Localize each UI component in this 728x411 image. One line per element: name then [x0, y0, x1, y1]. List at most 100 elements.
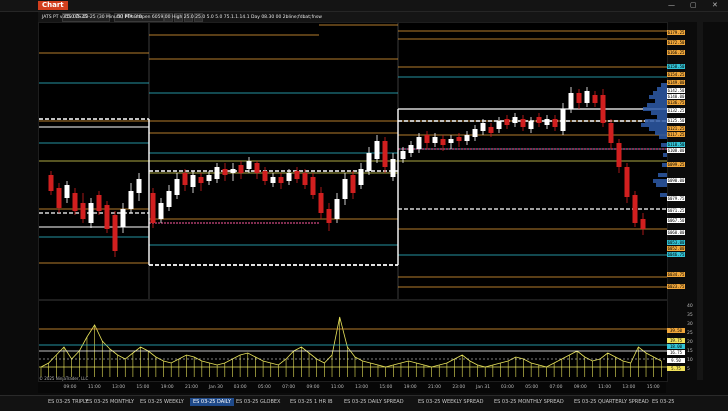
price-label: 6117.25: [667, 132, 685, 137]
candle-body: [584, 91, 590, 103]
price-label: 6121.25: [667, 126, 685, 131]
indicator-value-label: 16.75: [667, 350, 685, 355]
price-label: 6046.75: [667, 252, 685, 257]
chart-tab-8[interactable]: ES 03-25 WEEKLY SPREAD: [418, 399, 483, 405]
minimize-icon[interactable]: —: [668, 1, 675, 10]
price-label: 6110.50: [667, 142, 685, 147]
candle-body: [190, 175, 196, 187]
candle-body: [310, 177, 316, 195]
price-label: 6034.75: [667, 272, 685, 277]
price-panel[interactable]: [38, 22, 668, 300]
chart-window-tab[interactable]: Chart: [38, 1, 68, 10]
time-tick: 13:00: [355, 385, 369, 390]
volume-profile-bar: [656, 183, 667, 187]
chart-tab-1[interactable]: ES 03-25 TRIPLY: [48, 399, 88, 405]
indicator-value-label: 5.75: [667, 366, 685, 371]
candle-body: [432, 137, 438, 143]
chart-tab-7[interactable]: ES 03-25 DAILY SPREAD: [344, 399, 404, 405]
chart-tab-2[interactable]: ES 03-25 MONTHLY: [86, 399, 134, 405]
candle-body: [166, 191, 172, 207]
indicator-scale-tick: 5: [687, 367, 690, 372]
time-tick: 11:00: [598, 385, 612, 390]
candle-body: [56, 188, 62, 208]
price-label: 6172.50: [667, 40, 685, 45]
candle-body: [72, 193, 78, 211]
close-icon[interactable]: ✕: [712, 1, 718, 10]
volume-profile-bar: [653, 179, 667, 183]
candle-body: [374, 141, 380, 159]
price-label: 6179.25: [667, 30, 685, 35]
candle-body: [96, 195, 102, 211]
time-axis[interactable]: 09:00 11:00 13:00 15:00 19:00 21:00 Jan 30 03:0…: [38, 382, 666, 393]
candle-body: [182, 173, 188, 185]
candle-body: [496, 121, 502, 129]
chart-tab-4[interactable]: ES 03-25 DAILY: [190, 398, 234, 406]
candle-body: [552, 119, 558, 127]
chart-info-label: JATS PT v3 0.0 ES 03-25 (30 Minute) PTA …: [42, 15, 322, 20]
price-axis[interactable]: 6179.25 6172.50 6166.25 6158.50 6154.25 6149.…: [667, 22, 697, 298]
time-tick: 19:00: [403, 385, 417, 390]
time-tick: 07:00: [549, 385, 563, 390]
candle-body: [262, 171, 268, 181]
candle-body: [128, 191, 134, 209]
candle-body: [632, 195, 638, 223]
chart-tabs-bar: ES 03-25 TRIPLY ES 03-25 MONTHLY ES 03-25 …: [0, 395, 728, 411]
indicator-scale-tick: 40: [687, 304, 693, 309]
candle-body: [480, 123, 486, 131]
chart-tab-5[interactable]: ES 03-25 GLOBEX: [236, 399, 280, 405]
candle-body: [544, 119, 550, 125]
candle-body: [576, 93, 582, 103]
candle-body: [246, 161, 252, 169]
candle-body: [158, 203, 164, 219]
indicator-scale-tick: 35: [687, 313, 693, 318]
price-label: 6108.00: [667, 148, 685, 153]
candle-body: [350, 175, 356, 193]
indicator-line: [40, 316, 662, 368]
price-label: 6158.50: [667, 64, 685, 69]
price-label: 6132.25: [667, 108, 685, 113]
candle-body: [286, 173, 292, 181]
indicator-panel[interactable]: © 2025 NinjaTrader, LLC: [38, 300, 668, 382]
chart-tab-3[interactable]: ES 03-25 WEEKLY: [140, 399, 184, 405]
candle-body: [608, 123, 614, 143]
candle-body: [174, 179, 180, 195]
time-tick: 09:00: [306, 385, 320, 390]
time-tick: 13:00: [622, 385, 636, 390]
candle-body: [150, 193, 156, 223]
candle-body: [294, 171, 300, 179]
chart-tab-10[interactable]: ES 03-25 QUARTERLY SPREAD: [574, 399, 649, 405]
price-label: 6090.00: [667, 178, 685, 183]
candle-body: [302, 173, 308, 185]
price-label: 6125.50: [667, 118, 685, 123]
vertical-scrollbar[interactable]: [697, 22, 703, 380]
time-tick: 13:00: [112, 385, 126, 390]
candle-body: [230, 169, 236, 173]
chart-tab-11[interactable]: ES 03-25: [652, 399, 674, 405]
time-tick: 03:00: [233, 385, 247, 390]
volume-profile-bar: [643, 107, 667, 111]
price-chart-canvas: [39, 23, 667, 299]
candle-body: [112, 215, 118, 251]
candle-body: [536, 117, 542, 123]
maximize-icon[interactable]: ▢: [690, 1, 697, 10]
indicator-scale-tick: 15: [687, 349, 693, 354]
volume-profile-bar: [658, 173, 667, 177]
price-label: 6136.75: [667, 100, 685, 105]
chart-tab-6[interactable]: ES 03-25 1 HR IB: [290, 399, 333, 405]
candle-body: [464, 135, 470, 141]
candle-body: [448, 139, 454, 143]
indicator-value-label: 39.50: [667, 328, 685, 333]
price-label: 6142.50: [667, 88, 685, 93]
candle-body: [366, 153, 372, 171]
price-label: 6071.25: [667, 208, 685, 213]
volume-profile-bar: [657, 115, 667, 119]
time-tick: 05:00: [525, 385, 539, 390]
time-tick: 11:00: [330, 385, 344, 390]
candle-body: [472, 129, 478, 137]
time-tick: 09:00: [63, 385, 77, 390]
volume-profile-bar: [659, 135, 667, 139]
candle-body: [238, 165, 244, 173]
left-margin: [0, 12, 38, 395]
chart-tab-9[interactable]: ES 03-25 MONTHLY SPREAD: [494, 399, 564, 405]
candle-body: [358, 169, 364, 185]
